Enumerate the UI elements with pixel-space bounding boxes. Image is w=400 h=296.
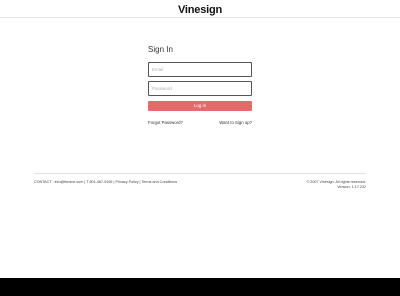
footer: CONTACT : info@femine.com | T 801-487-91… [34,173,366,189]
footer-contact: CONTACT : info@femine.com | T 801-487-91… [34,180,177,184]
password-field[interactable] [148,81,252,96]
signin-links: Forgot Password? Want to Sign up? [148,120,252,125]
contact-email-link[interactable]: info@femine.com [55,180,84,184]
login-button[interactable]: Log in [148,101,252,111]
page: Vinesign Sign In Log in Forgot Password?… [0,0,400,278]
version-text: Version: 1.17.232 [337,185,366,189]
vinesign-logo[interactable]: Vinesign [178,4,222,16]
contact-prefix: CONTACT : [34,180,54,184]
header-bar: Vinesign [0,0,400,18]
privacy-policy-link[interactable]: Privacy Policy [116,180,139,184]
contact-phone: T 801-487-9165 [86,180,113,184]
email-field[interactable] [148,62,252,77]
terms-link[interactable]: Terms and Conditions [141,180,177,184]
forgot-password-link[interactable]: Forgot Password? [148,120,183,125]
signin-form: Sign In Log in Forgot Password? Want to … [148,45,252,125]
signup-link[interactable]: Want to Sign up? [219,120,252,125]
signin-title: Sign In [148,45,173,54]
footer-separator: | [113,180,115,184]
footer-legal: © 2007 Vinesign. All rights reserved. Ve… [307,180,366,190]
taskbar [0,278,400,296]
